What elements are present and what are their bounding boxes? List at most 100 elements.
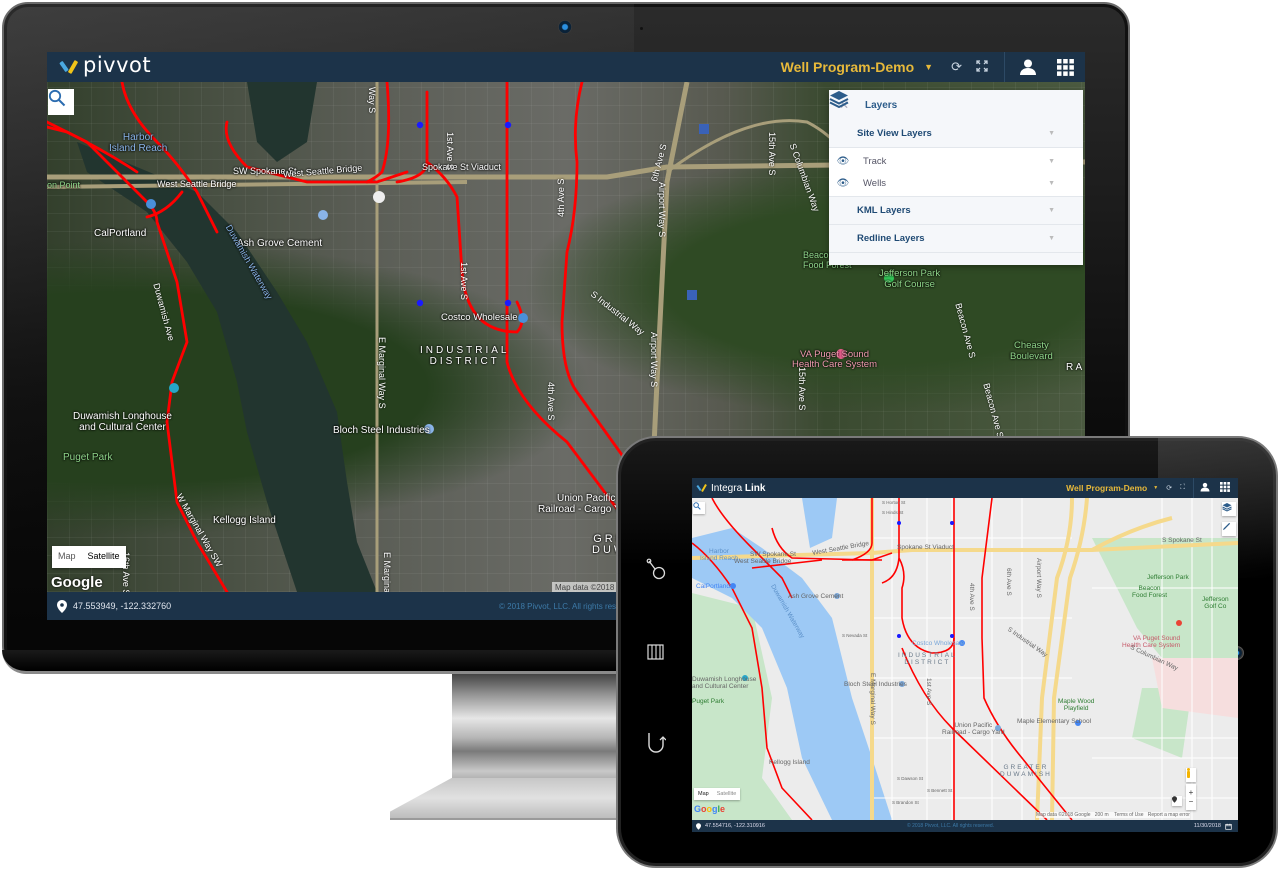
calendar-icon[interactable] <box>1225 823 1232 830</box>
layer-section-site-view[interactable]: Site View Layers ▼ <box>829 120 1083 148</box>
map-label: Puget Park <box>63 452 113 463</box>
chevron-down-icon[interactable]: ▼ <box>1048 158 1055 165</box>
brand-logo[interactable]: pivvot <box>59 55 151 76</box>
hospital-pin-icon[interactable] <box>1176 620 1182 626</box>
road-label: 6th Ave S <box>1005 568 1012 596</box>
map-label: SW Spokane St <box>750 551 796 558</box>
track-line <box>851 498 873 561</box>
poi-pin-icon[interactable] <box>169 383 179 393</box>
layers-button[interactable] <box>1222 502 1236 516</box>
map-search-button[interactable] <box>693 502 705 514</box>
user-icon[interactable] <box>1011 58 1045 76</box>
scale-bar[interactable]: 200 m <box>1095 812 1109 818</box>
water-slip <box>802 498 837 548</box>
caret-down-icon[interactable]: ▼ <box>924 62 933 72</box>
caret-down-icon[interactable]: ▼ <box>1153 485 1158 491</box>
user-icon[interactable] <box>1200 479 1210 497</box>
date-text: 11/30/2018 <box>1193 823 1221 829</box>
grid-icon[interactable] <box>1045 58 1085 76</box>
track-line <box>560 82 629 464</box>
section-label: Site View Layers <box>857 128 932 139</box>
copyright-text: © 2018 Pivvot, LLC. All rights reserved. <box>907 823 995 829</box>
chevron-down-icon[interactable]: ▼ <box>1048 207 1055 214</box>
pencil-icon <box>1222 522 1231 531</box>
refresh-icon[interactable]: ⟳ <box>1166 484 1172 492</box>
well-marker[interactable] <box>897 521 901 525</box>
map-label: West Seattle Bridge <box>157 179 237 189</box>
layers-icon <box>829 91 849 108</box>
map-type-satellite[interactable]: Satellite <box>713 788 741 800</box>
layer-section-kml[interactable]: KML Layers ▼ <box>829 197 1083 225</box>
i5-shield-icon <box>699 124 709 134</box>
chevron-down-icon[interactable]: ▼ <box>1048 235 1055 242</box>
map-type-map[interactable]: Map <box>52 546 82 568</box>
well-marker[interactable] <box>416 299 424 307</box>
well-marker[interactable] <box>950 634 954 638</box>
layers-icon <box>1222 503 1232 512</box>
sensor-dot <box>640 27 643 30</box>
zoom-control: + − <box>1186 784 1196 810</box>
menu-hardware-icon[interactable] <box>646 643 666 666</box>
expand-icon[interactable] <box>976 59 988 75</box>
brand-name: Integra Link <box>711 483 765 494</box>
layer-label: Wells <box>863 177 887 189</box>
road-label: Way S <box>367 87 377 114</box>
chevron-down-icon[interactable]: ▼ <box>1048 130 1055 137</box>
google-logo: Google <box>694 804 726 814</box>
my-location-button[interactable] <box>1172 796 1182 806</box>
street-view-icon[interactable] <box>1186 768 1196 782</box>
well-marker[interactable] <box>897 634 901 638</box>
redline-draw-button[interactable] <box>1222 522 1236 536</box>
layer-section-redline[interactable]: Redline Layers ▼ <box>829 225 1083 253</box>
map-label: CalPortland <box>696 583 730 590</box>
layer-item-track[interactable]: 👁 Track ▼ <box>829 150 1083 172</box>
brand-suffix: Link <box>744 482 766 494</box>
map-search-button[interactable] <box>48 89 74 115</box>
project-selector[interactable]: Well Program-Demo <box>1066 483 1147 493</box>
search-icon <box>693 502 701 510</box>
layer-label: Track <box>863 155 887 167</box>
well-marker[interactable] <box>950 521 954 525</box>
map-type-map[interactable]: Map <box>694 788 713 800</box>
well-marker[interactable] <box>504 299 512 307</box>
grid-icon[interactable] <box>1220 479 1230 497</box>
chevron-down-icon[interactable]: ▼ <box>1048 180 1055 187</box>
map-pin-icon <box>57 599 67 613</box>
map-label: Bloch Steel Industries <box>333 425 430 436</box>
refresh-icon[interactable]: ⟳ <box>951 59 962 75</box>
wells-layer <box>897 521 954 638</box>
layers-panel: ✕ Layers Site View Layers ▼ 👁 Track ▼ 👁 <box>829 90 1083 265</box>
attribution-text[interactable]: Map data ©2018 Google <box>1036 812 1091 818</box>
tablet-brand-logo[interactable]: Integra Link <box>696 483 765 494</box>
report-link[interactable]: Report a map error <box>1148 812 1190 818</box>
map-label: Jefferson Golf Co <box>1202 596 1229 610</box>
minus-icon[interactable]: − <box>1189 797 1194 806</box>
poi-pin-icon[interactable] <box>730 583 736 589</box>
poi-pin-icon[interactable] <box>318 210 328 220</box>
well-marker[interactable] <box>504 121 512 129</box>
tablet-device: Integra Link Well Program-Demo ▼ ⟳ ⛶ Har… <box>616 436 1278 868</box>
road-label: 15th Ave S <box>767 132 777 176</box>
plus-icon[interactable]: + <box>1189 788 1194 797</box>
expand-icon[interactable]: ⛶ <box>1180 484 1185 492</box>
project-selector[interactable]: Well Program-Demo <box>781 59 915 75</box>
road-label: 4th Ave S <box>546 382 556 421</box>
layer-item-wells[interactable]: 👁 Wells ▼ <box>829 172 1083 194</box>
road-label: S Bennett St <box>927 788 953 793</box>
map-type-satellite[interactable]: Satellite <box>82 546 126 568</box>
layers-panel-title: Layers <box>865 99 898 111</box>
eye-icon[interactable]: 👁 <box>829 156 857 167</box>
map-label: R A <box>1066 362 1083 373</box>
poi-pin-icon[interactable] <box>518 313 528 323</box>
map-label: Jefferson Park Golf Course <box>879 268 941 290</box>
terms-link[interactable]: Terms of Use <box>1114 812 1143 818</box>
well-marker[interactable] <box>416 121 424 129</box>
road-map[interactable]: Harbor Island Reach SW Spokane St West S… <box>692 498 1238 820</box>
back-hardware-icon[interactable] <box>646 730 667 759</box>
road-label: 15th Ave S <box>797 367 807 411</box>
map-label: West Seattle Bridge <box>734 558 792 565</box>
poi-pin-icon[interactable] <box>146 199 156 209</box>
eye-icon[interactable]: 👁 <box>829 178 857 189</box>
water-slip <box>247 82 317 162</box>
search-hardware-icon[interactable] <box>646 558 666 585</box>
